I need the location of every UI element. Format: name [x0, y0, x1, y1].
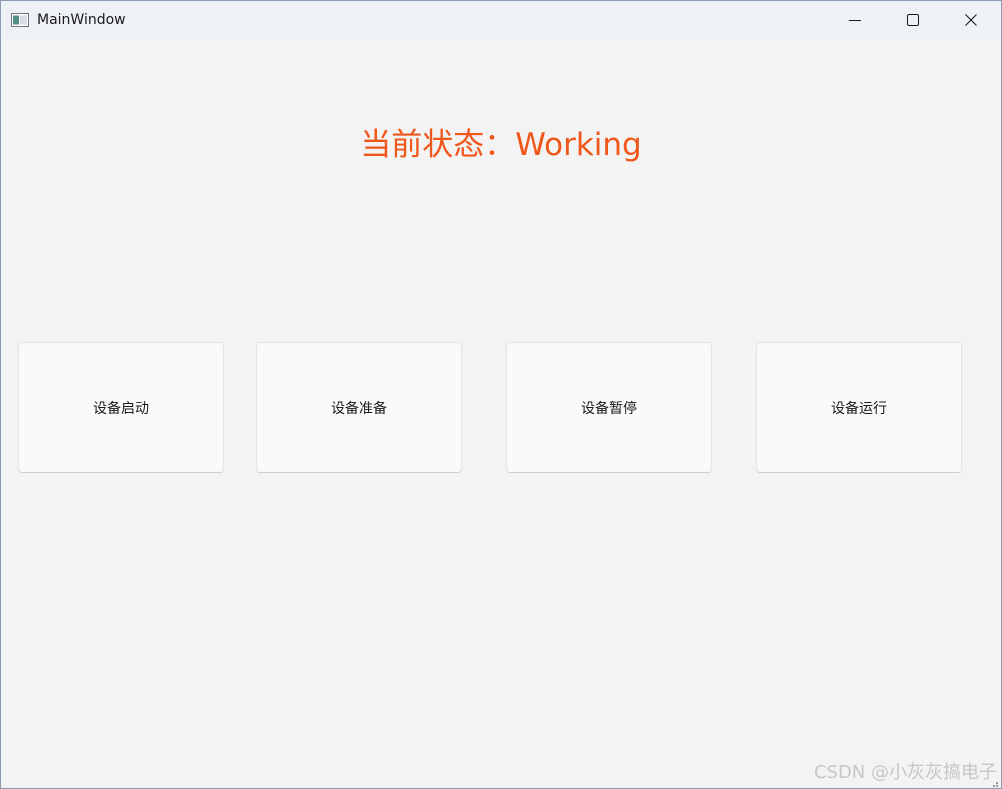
- maximize-icon: [907, 14, 919, 26]
- watermark: CSDN @小灰灰搞电子: [813, 762, 997, 783]
- close-icon: [965, 14, 977, 26]
- minimize-icon: [849, 14, 861, 26]
- resize-grip-icon[interactable]: [989, 776, 999, 787]
- device-prepare-button[interactable]: 设备准备: [256, 342, 462, 473]
- window-title: MainWindow: [37, 12, 126, 28]
- title-bar[interactable]: MainWindow: [1, 1, 1001, 39]
- device-pause-button[interactable]: 设备暂停: [506, 342, 712, 473]
- device-run-button[interactable]: 设备运行: [756, 342, 962, 473]
- app-window-icon: [11, 12, 29, 27]
- status-label: 当前状态：Working: [360, 127, 642, 163]
- minimize-button[interactable]: [826, 1, 884, 39]
- maximize-button[interactable]: [884, 1, 942, 39]
- device-start-button[interactable]: 设备启动: [18, 342, 224, 473]
- close-button[interactable]: [942, 1, 1000, 39]
- main-window: MainWindow 当前状态：Working 设备启动 设备准备 设备暂停 设…: [0, 0, 1002, 789]
